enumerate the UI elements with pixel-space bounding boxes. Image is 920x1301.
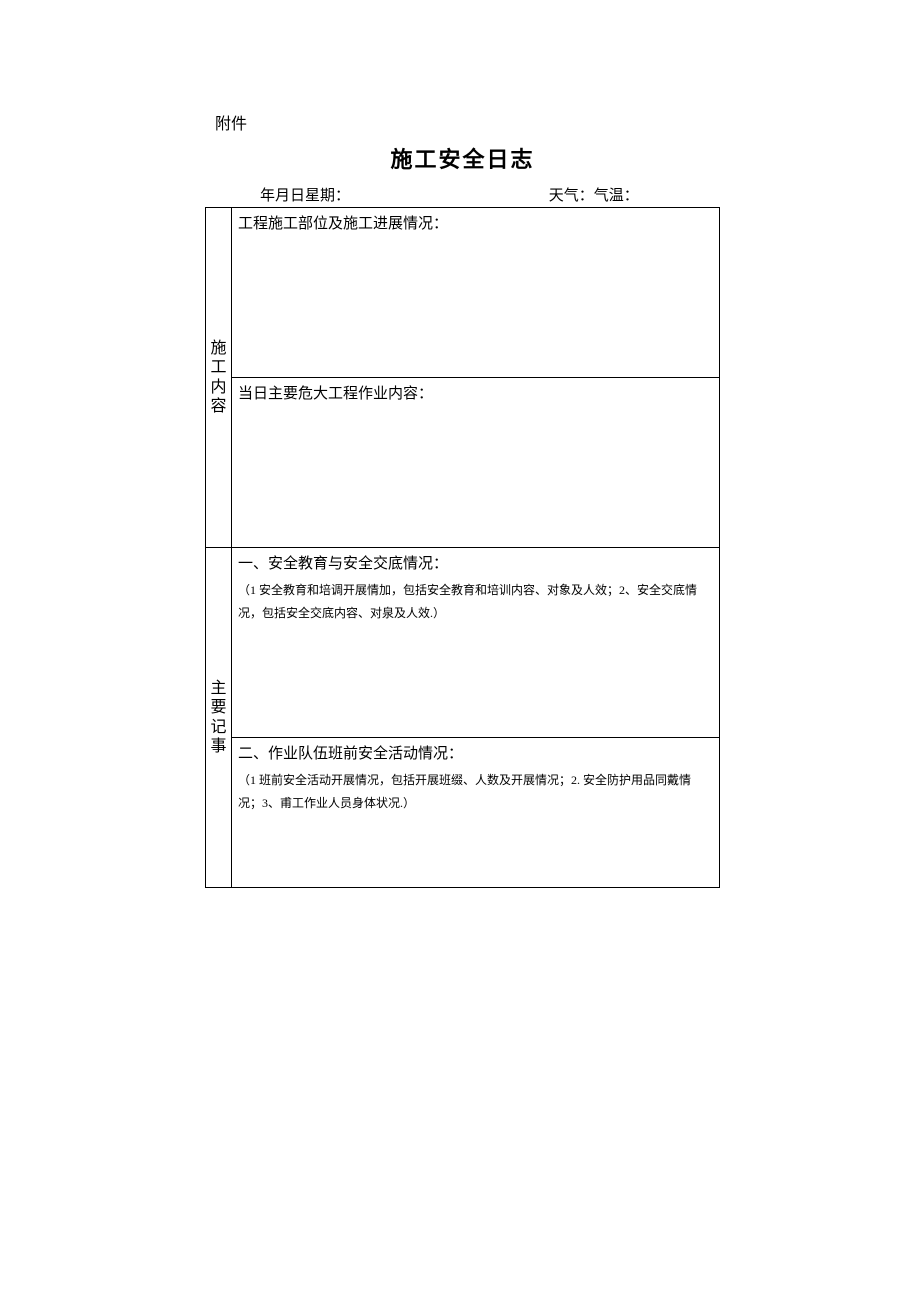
date-label: 年月日星期： bbox=[260, 184, 350, 205]
meta-row: 年月日星期： 天气：气温： bbox=[205, 184, 720, 205]
main-notes-label: 主要记事 bbox=[206, 548, 232, 888]
danger-heading: 当日主要危大工程作业内容： bbox=[238, 382, 713, 403]
section1-note: （1 安全教育和培调开展情加，包括安全教育和培训内容、对象及人效；2、安全交底情… bbox=[238, 579, 713, 625]
attachment-label: 附件 bbox=[215, 110, 720, 134]
construction-content-label: 施工内容 bbox=[206, 208, 232, 548]
log-table: 施工内容 工程施工部位及施工进展情况： 当日主要危大工程作业内容： 主要记事 一… bbox=[205, 207, 720, 888]
danger-cell: 当日主要危大工程作业内容： bbox=[232, 378, 720, 548]
section1-cell: 一、安全教育与安全交底情况： （1 安全教育和培调开展情加，包括安全教育和培训内… bbox=[232, 548, 720, 738]
page-title: 施工安全日志 bbox=[205, 142, 720, 174]
section2-cell: 二、作业队伍班前安全活动情况： （1 班前安全活动开展情况，包括开展班缀、人数及… bbox=[232, 738, 720, 888]
weather-temp: 天气：气温： bbox=[549, 184, 639, 205]
section1-heading: 一、安全教育与安全交底情况： bbox=[238, 552, 713, 573]
progress-cell: 工程施工部位及施工进展情况： bbox=[232, 208, 720, 378]
temp-label: 气温： bbox=[594, 188, 639, 204]
weather-label: 天气： bbox=[549, 188, 594, 204]
progress-heading: 工程施工部位及施工进展情况： bbox=[238, 212, 713, 233]
section2-note: （1 班前安全活动开展情况，包括开展班缀、人数及开展情况；2. 安全防护用品同戴… bbox=[238, 769, 713, 815]
section2-heading: 二、作业队伍班前安全活动情况： bbox=[238, 742, 713, 763]
